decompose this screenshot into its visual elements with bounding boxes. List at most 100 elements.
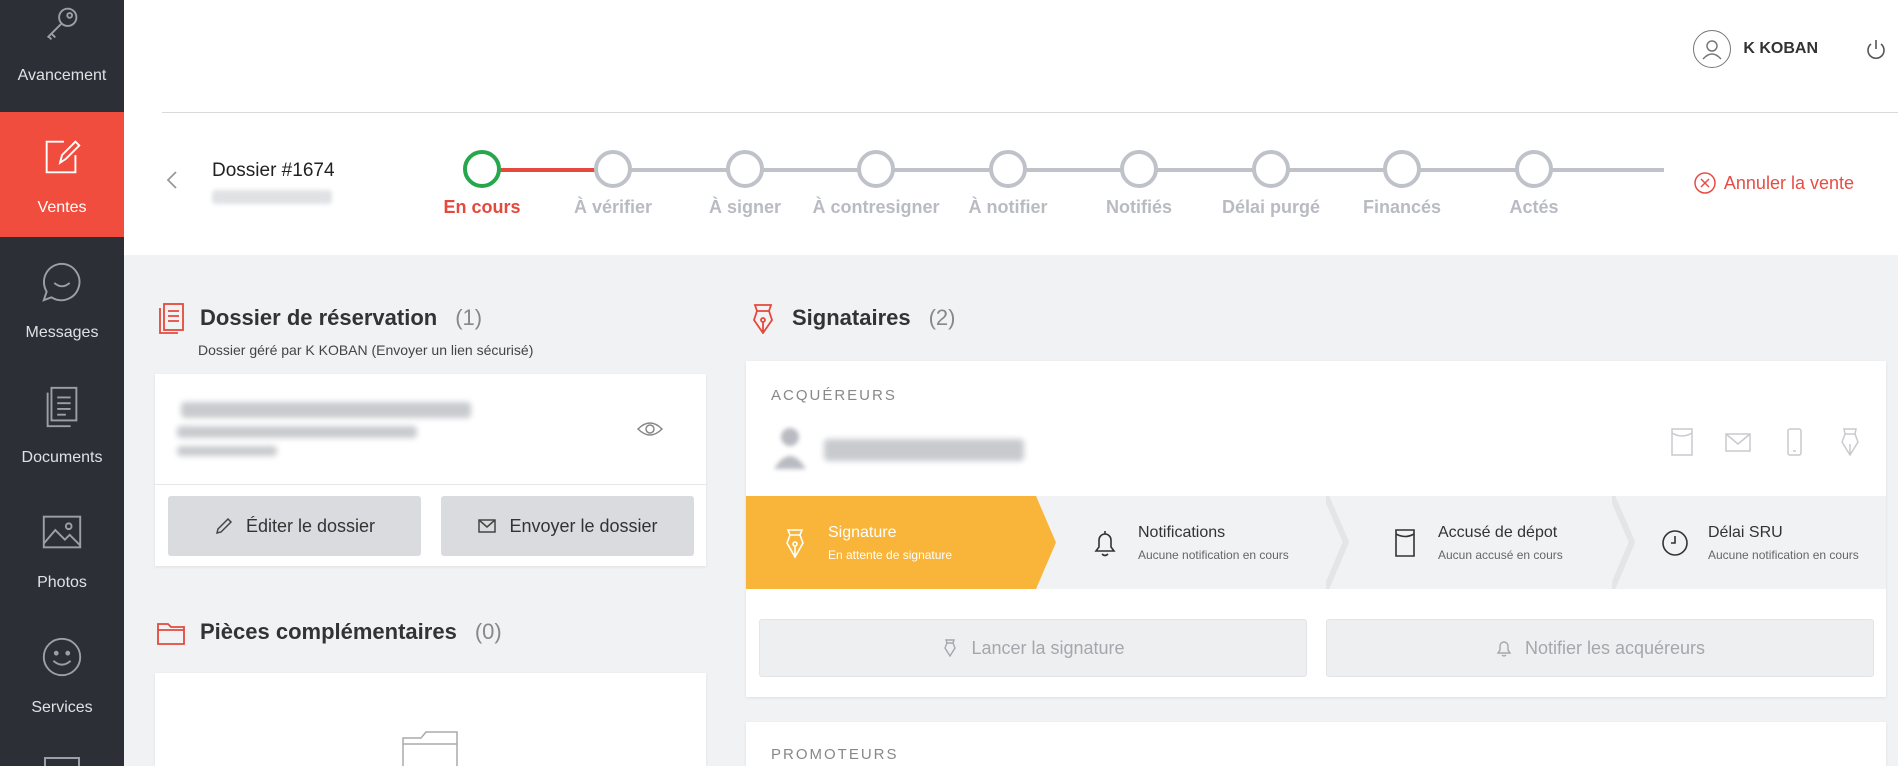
step-label: Actés — [1509, 197, 1559, 217]
promoteurs-label: PROMOTEURS — [771, 746, 899, 763]
reservation-detail-redacted — [177, 446, 277, 456]
status-title: Délai SRU — [1708, 523, 1783, 541]
fountain-pen-icon — [753, 304, 773, 334]
status-accuse-depot[interactable]: Accusé de dépot Aucun accusé en cours — [1356, 496, 1563, 589]
step-dot — [1515, 150, 1553, 188]
sidebar-item-label: Avancement — [17, 67, 107, 84]
reservation-detail-redacted — [177, 426, 417, 438]
sidebar-item-label: Documents — [21, 449, 103, 466]
status-subtitle: Aucun accusé en cours — [1438, 547, 1563, 562]
sidebar-item-avancement[interactable]: Avancement — [0, 0, 124, 105]
sidebar-item-label: Services — [31, 699, 93, 716]
bell-icon — [1496, 641, 1512, 657]
document-icon[interactable] — [1668, 427, 1696, 457]
sidebar-item-services[interactable]: Services — [0, 612, 124, 737]
contact-icons — [1668, 427, 1864, 457]
photo-icon — [38, 508, 86, 556]
sidebar-item-ventes[interactable]: Ventes — [0, 112, 124, 237]
step-dot — [1252, 150, 1290, 188]
sidebar-item-messages[interactable]: Messages — [0, 237, 124, 362]
status-signature[interactable]: Signature En attente de signature — [746, 496, 1056, 589]
cancel-sale-link[interactable]: Annuler la vente — [1694, 172, 1854, 194]
pieces-title: Pièces complémentaires — [200, 619, 457, 644]
status-title: Accusé de dépot — [1438, 523, 1558, 541]
step-a-verifier[interactable]: À vérifier — [543, 150, 683, 218]
acquereur-name-redacted — [824, 439, 1024, 461]
mail-icon[interactable] — [1724, 427, 1752, 457]
document-stack-icon — [159, 303, 184, 334]
sidebar-item-label: Photos — [37, 574, 87, 591]
reservation-count: (1) — [455, 305, 483, 330]
sidebar-item-photos[interactable]: Photos — [0, 487, 124, 612]
edit-dossier-button[interactable]: Éditer le dossier — [168, 496, 421, 556]
sidebar-item-label: Ventes — [37, 199, 87, 216]
pieces-count: (0) — [474, 619, 502, 644]
step-a-notifier[interactable]: À notifier — [938, 150, 1078, 218]
signataires-section-title: Signataires (2) — [748, 302, 956, 334]
promoteurs-card: PROMOTEURS — [746, 722, 1886, 766]
status-subtitle: En attente de signature — [828, 547, 953, 562]
send-dossier-button[interactable]: Envoyer le dossier — [441, 496, 694, 556]
status-title: Notifications — [1138, 523, 1226, 541]
close-circle-icon — [1694, 172, 1716, 194]
pen-icon — [944, 639, 957, 657]
pen-icon[interactable] — [1836, 427, 1864, 457]
reservation-subtitle: Dossier géré par K KOBAN (Envoyer un lie… — [198, 342, 534, 358]
send-dossier-label: Envoyer le dossier — [509, 515, 658, 536]
step-label: À notifier — [968, 197, 1048, 217]
folder-icon — [157, 623, 185, 645]
key-icon — [38, 1, 86, 49]
reservation-section-title: Dossier de réservation (1) — [156, 302, 482, 334]
step-notifies[interactable]: Notifiés — [1069, 150, 1209, 218]
reservation-name-redacted — [181, 402, 471, 418]
status-delai-sru[interactable]: Délai SRU Aucune notification en cours — [1626, 496, 1859, 589]
step-delai-purge[interactable]: Délai purgé — [1201, 150, 1341, 218]
fountain-pen-icon — [786, 528, 804, 559]
back-chevron-icon[interactable] — [164, 170, 180, 190]
step-dot — [463, 150, 501, 188]
dossier-title: Dossier #1674 — [212, 160, 335, 181]
status-notifications[interactable]: Notifications Aucune notification en cour… — [1056, 496, 1289, 589]
user-menu[interactable]: K KOBAN — [1693, 30, 1818, 68]
step-label: Notifiés — [1105, 197, 1172, 217]
card-divider — [155, 484, 706, 485]
step-dot — [989, 150, 1027, 188]
person-avatar-icon — [770, 423, 810, 469]
step-label: En cours — [443, 197, 521, 217]
header-divider — [162, 112, 1898, 113]
status-title: Signature — [828, 523, 897, 541]
user-name: K KOBAN — [1743, 40, 1818, 57]
launch-signature-button[interactable]: Lancer la signature — [759, 619, 1307, 677]
notify-acquereurs-button[interactable]: Notifier les acquéreurs — [1326, 619, 1874, 677]
status-bar: Signature En attente de signature Notific… — [746, 496, 1886, 589]
empty-folder-icon — [402, 731, 458, 766]
step-dot — [1120, 150, 1158, 188]
clock-icon — [1662, 529, 1688, 556]
step-label: À contresigner — [812, 197, 940, 217]
power-icon[interactable] — [1864, 38, 1888, 62]
header: K KOBAN Dossier #1674 En cours À vérifie… — [124, 0, 1898, 255]
chat-icon — [38, 258, 86, 306]
step-actes[interactable]: Actés — [1464, 150, 1604, 218]
step-finances[interactable]: Financés — [1332, 150, 1472, 218]
step-a-contresigner[interactable]: À contresigner — [806, 150, 946, 218]
sidebar-item-label: Messages — [25, 324, 99, 341]
step-label: À vérifier — [573, 197, 653, 217]
eye-icon[interactable] — [636, 419, 664, 439]
receipt-icon — [1395, 528, 1415, 557]
phone-icon[interactable] — [1780, 427, 1808, 457]
edit-dossier-label: Éditer le dossier — [245, 515, 376, 536]
step-en-cours[interactable]: En cours — [412, 150, 552, 218]
step-dot — [857, 150, 895, 188]
signataires-count: (2) — [928, 305, 956, 330]
step-label: Délai purgé — [1221, 197, 1321, 217]
acquereurs-card: ACQUÉREURS Signature En attente de signat… — [746, 361, 1886, 697]
sidebar-more-icon — [44, 757, 80, 766]
dossier-subtitle-redacted — [212, 190, 332, 204]
step-a-signer[interactable]: À signer — [675, 150, 815, 218]
pieces-card — [155, 673, 706, 766]
sidebar-item-documents[interactable]: Documents — [0, 362, 124, 487]
cancel-sale-label: Annuler la vente — [1723, 172, 1854, 193]
reservation-title: Dossier de réservation — [200, 305, 438, 330]
step-dot — [726, 150, 764, 188]
